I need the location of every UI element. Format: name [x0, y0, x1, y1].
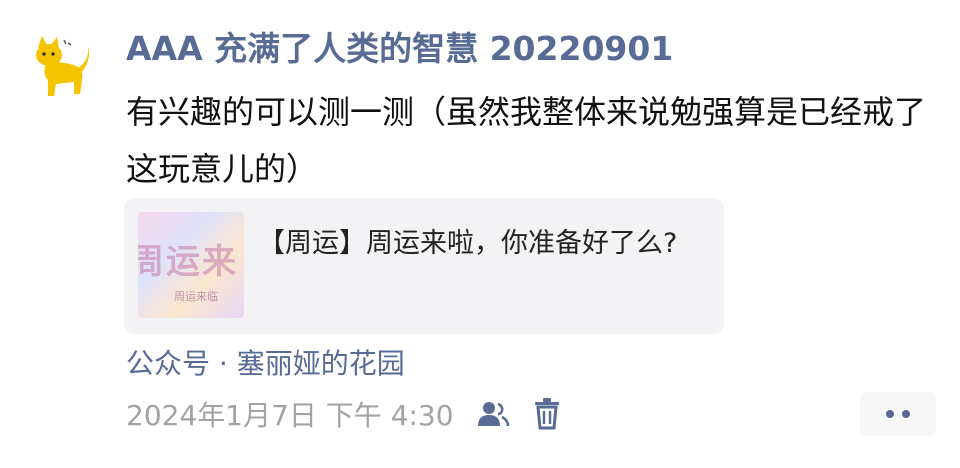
- avatar[interactable]: [30, 34, 94, 98]
- dot: [902, 410, 910, 418]
- thumbnail-subtitle: 周运来临: [174, 290, 218, 303]
- author-name[interactable]: AAA 充满了人类的智慧 20220901: [126, 26, 673, 72]
- timestamp: 2024年1月7日 下午 4:30: [126, 399, 454, 432]
- yellow-cat-icon: [36, 36, 90, 96]
- shared-article-card[interactable]: 周运来 周运来临 【周运】周运来啦，你准备好了么?: [124, 198, 724, 334]
- article-thumbnail: 周运来 周运来临: [138, 212, 244, 318]
- article-title: 【周运】周运来啦，你准备好了么?: [258, 228, 678, 259]
- thumbnail-title: 周运来: [138, 242, 238, 282]
- trash-icon[interactable]: [528, 394, 566, 434]
- post-text: 有兴趣的可以测一测（虽然我整体来说勉强算是已经戒了这玩意儿的）: [126, 93, 927, 188]
- friends-icon[interactable]: [474, 394, 512, 434]
- dot: [886, 410, 894, 418]
- meta-row: 2024年1月7日 下午 4:30: [126, 394, 566, 434]
- more-dots-icon[interactable]: [860, 392, 936, 436]
- source-link[interactable]: 公众号 · 塞丽娅的花园: [126, 344, 405, 384]
